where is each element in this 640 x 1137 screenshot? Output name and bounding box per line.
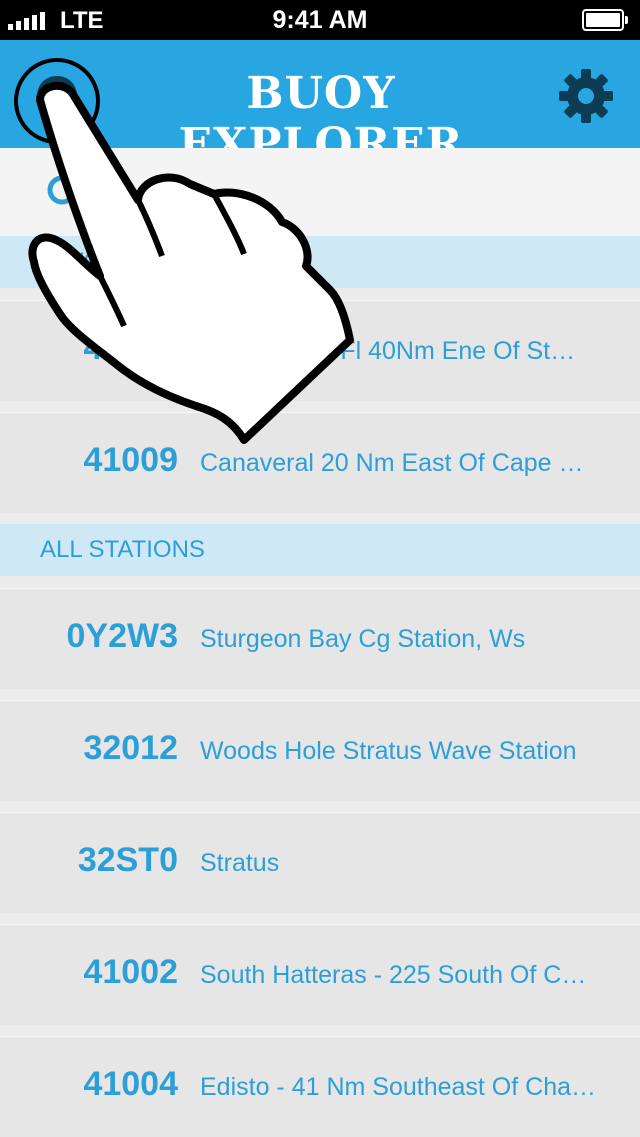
gear-icon (559, 69, 613, 123)
station-name: Woods Hole Stratus Wave Station (200, 737, 577, 765)
station-id: 41004 (83, 1065, 178, 1103)
status-bar: LTE 9:41 AM (0, 0, 640, 40)
settings-button[interactable] (558, 68, 614, 124)
station-id: 41002 (83, 953, 178, 991)
app-header: BUOY EXPLORER (0, 40, 640, 170)
section-title: FAVORITES (40, 248, 173, 275)
station-id: 41009 (83, 441, 178, 479)
section-header-favorites: FAVORITES (0, 236, 640, 288)
list-item[interactable]: 41009 Canaveral 20 Nm East Of Cape Ca… (0, 412, 640, 513)
location-button[interactable] (14, 58, 100, 144)
list-item[interactable]: 41008 Grays Reef, Fl 40Nm Ene Of St… (0, 300, 640, 401)
station-id: 0Y2W3 (66, 617, 179, 655)
status-time: 9:41 AM (272, 6, 368, 34)
section-title: ALL STATIONS (40, 536, 205, 563)
location-pin-icon (37, 76, 77, 128)
station-name: South Hatteras - 225 South Of Cap… (200, 961, 600, 989)
station-name: Stratus (200, 849, 280, 877)
search-bar (0, 148, 640, 236)
list-item[interactable]: 41004 Edisto - 41 Nm Southeast Of Charl… (0, 1036, 640, 1137)
list-item[interactable]: 0Y2W3 Sturgeon Bay Cg Station, Ws (0, 588, 640, 689)
search-input[interactable] (100, 170, 604, 216)
search-icon (47, 175, 85, 213)
list-item[interactable]: 41002 South Hatteras - 225 South Of Cap… (0, 924, 640, 1025)
station-name: Edisto - 41 Nm Southeast Of Charl… (200, 1073, 600, 1101)
station-name: Sturgeon Bay Cg Station, Ws (200, 625, 526, 653)
station-name: Canaveral 20 Nm East Of Cape Ca… (200, 449, 600, 477)
station-id: 41008 (83, 329, 178, 367)
station-id: 32012 (83, 729, 178, 767)
station-name: Grays Reef, Fl 40Nm Ene Of St… (200, 337, 576, 365)
battery-icon (582, 9, 628, 31)
list-item[interactable]: 32012 Woods Hole Stratus Wave Station (0, 700, 640, 801)
station-id: 32ST0 (77, 841, 178, 879)
section-header-all-stations: ALL STATIONS (0, 524, 640, 576)
list-item[interactable]: 32ST0 Stratus (0, 812, 640, 913)
